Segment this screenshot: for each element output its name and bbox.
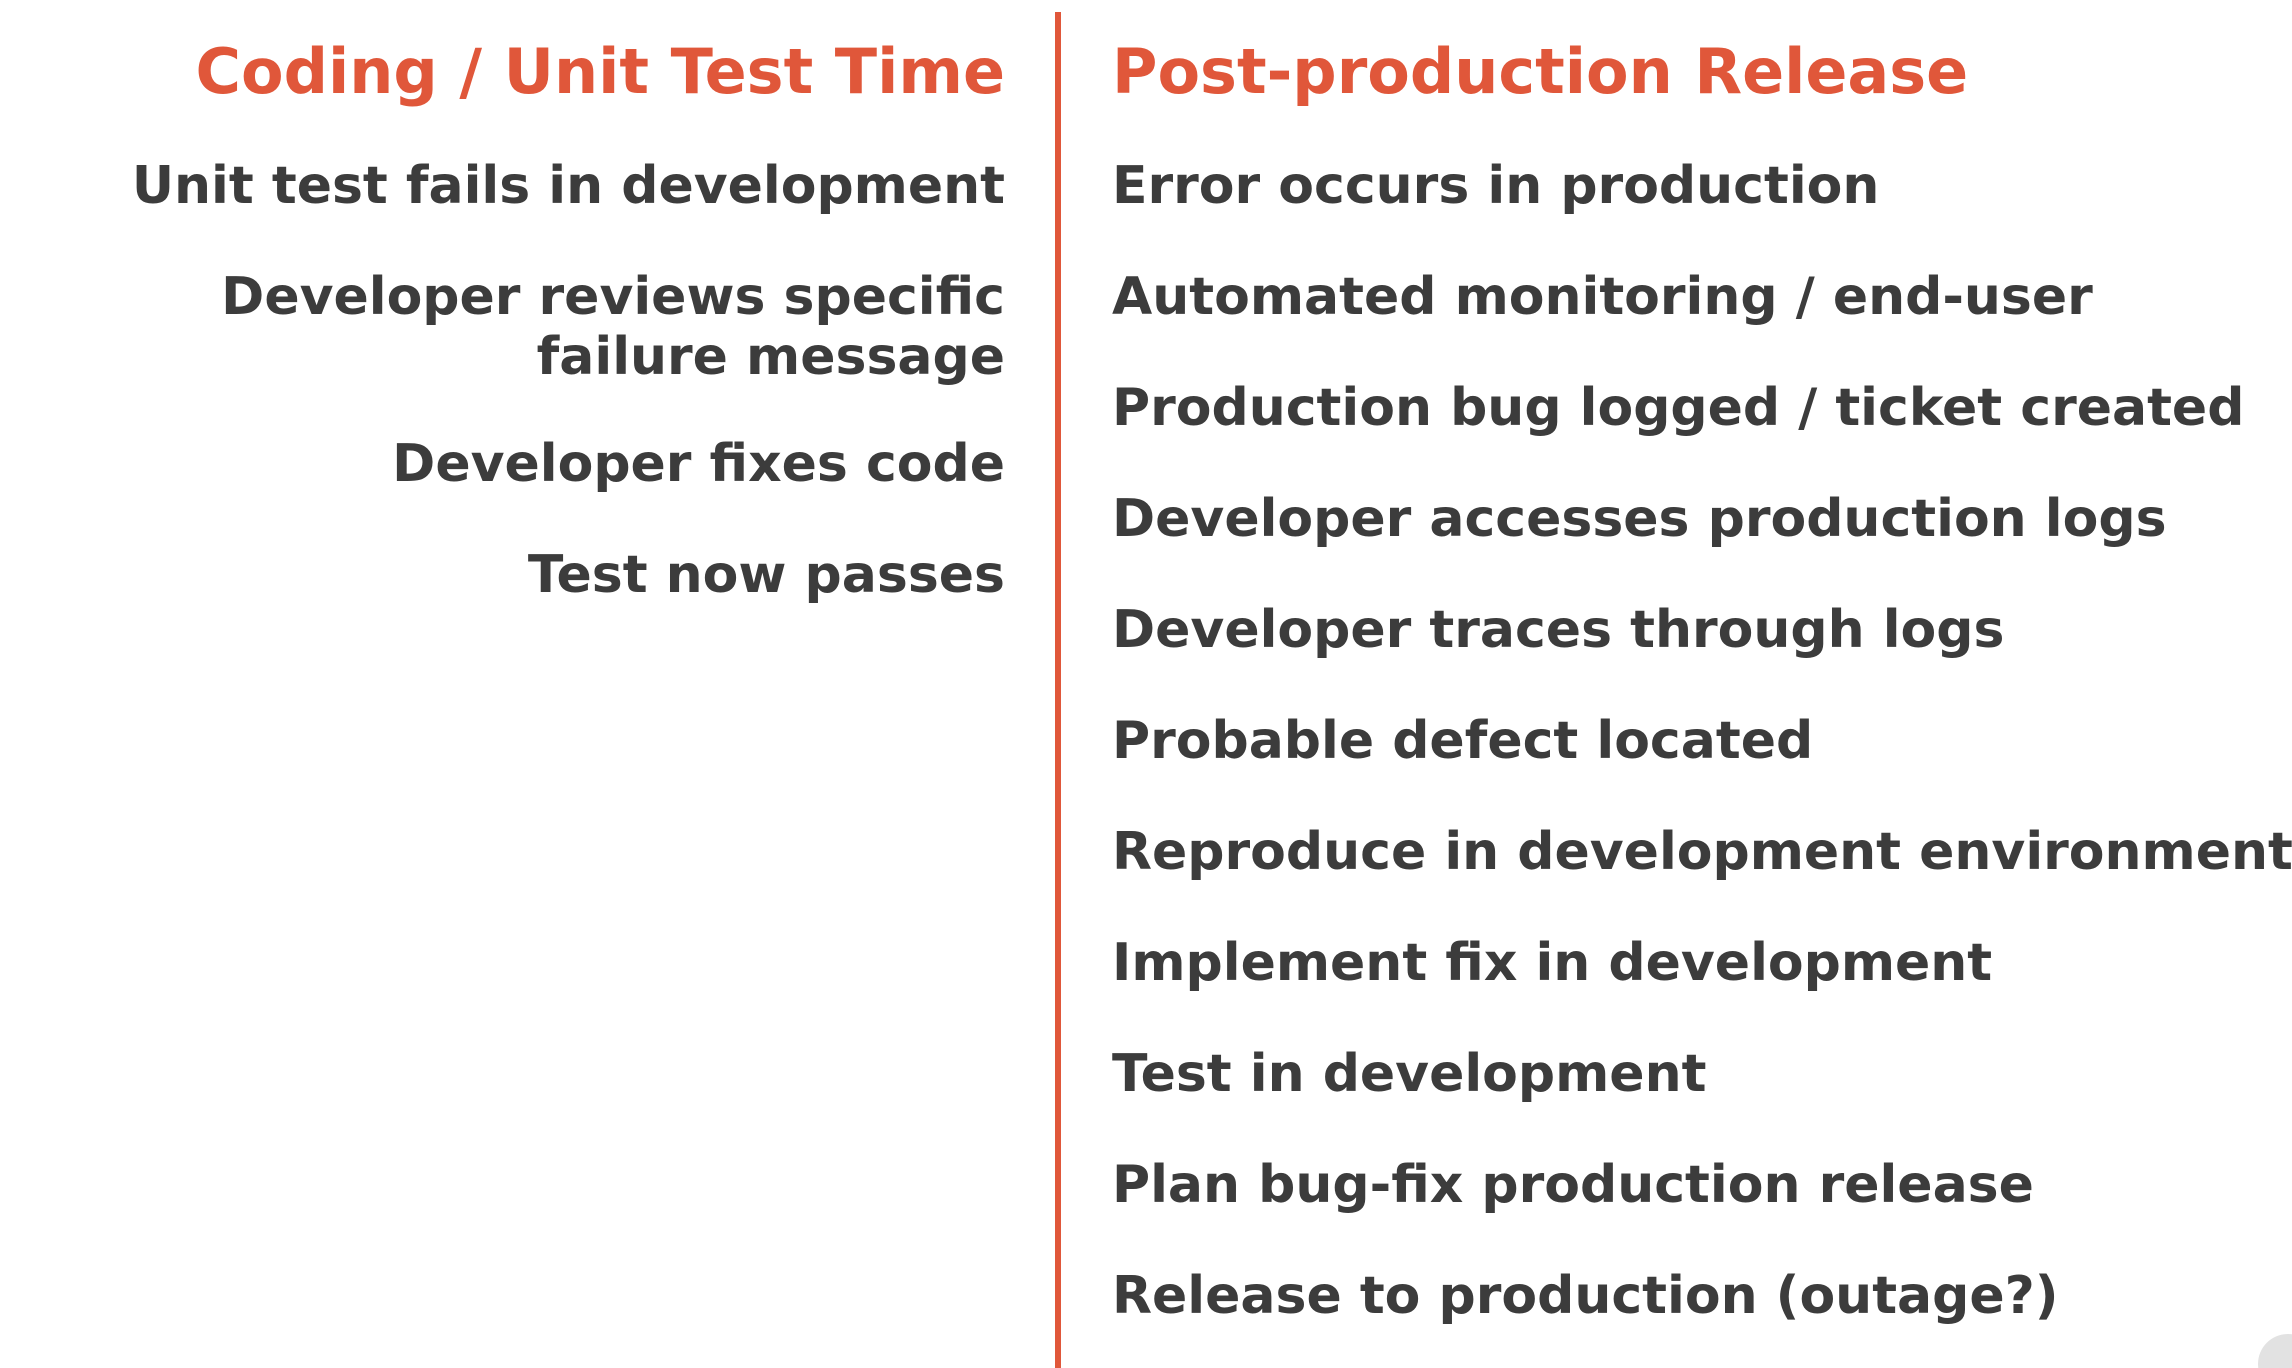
list-item: Developer reviews specific failure messa… xyxy=(221,267,1005,387)
list-item: Plan bug-fix production release xyxy=(1112,1155,2034,1215)
list-item: Release to production (outage?) xyxy=(1112,1266,2059,1326)
list-item: Implement fix in development xyxy=(1112,933,1993,993)
list-item: Test now passes xyxy=(527,545,1005,605)
list-item: Unit test fails in development xyxy=(131,156,1005,216)
list-item: Error occurs in production xyxy=(1112,156,1880,216)
list-item: Developer fixes code xyxy=(392,434,1005,494)
post-production-steps: Error occurs in production Automated mon… xyxy=(1112,156,2292,1326)
list-item: Reproduce in development environment xyxy=(1112,822,2292,882)
post-production-heading: Post-production Release xyxy=(1112,35,1969,108)
column-divider xyxy=(1055,12,1061,1368)
coding-unit-test-steps: Unit test fails in development Developer… xyxy=(30,156,1005,605)
coding-unit-test-column: Coding / Unit Test Time Unit test fails … xyxy=(30,28,1005,656)
list-item: Developer traces through logs xyxy=(1112,600,2005,660)
list-item: Automated monitoring / end-user xyxy=(1112,267,2093,327)
list-item: Probable defect located xyxy=(1112,711,1814,771)
list-item: Test in development xyxy=(1112,1044,1707,1104)
post-production-column: Post-production Release Error occurs in … xyxy=(1112,28,2292,1368)
list-item: Production bug logged / ticket created xyxy=(1112,378,2245,438)
coding-unit-test-heading: Coding / Unit Test Time xyxy=(195,35,1005,108)
list-item: Developer accesses production logs xyxy=(1112,489,2167,549)
